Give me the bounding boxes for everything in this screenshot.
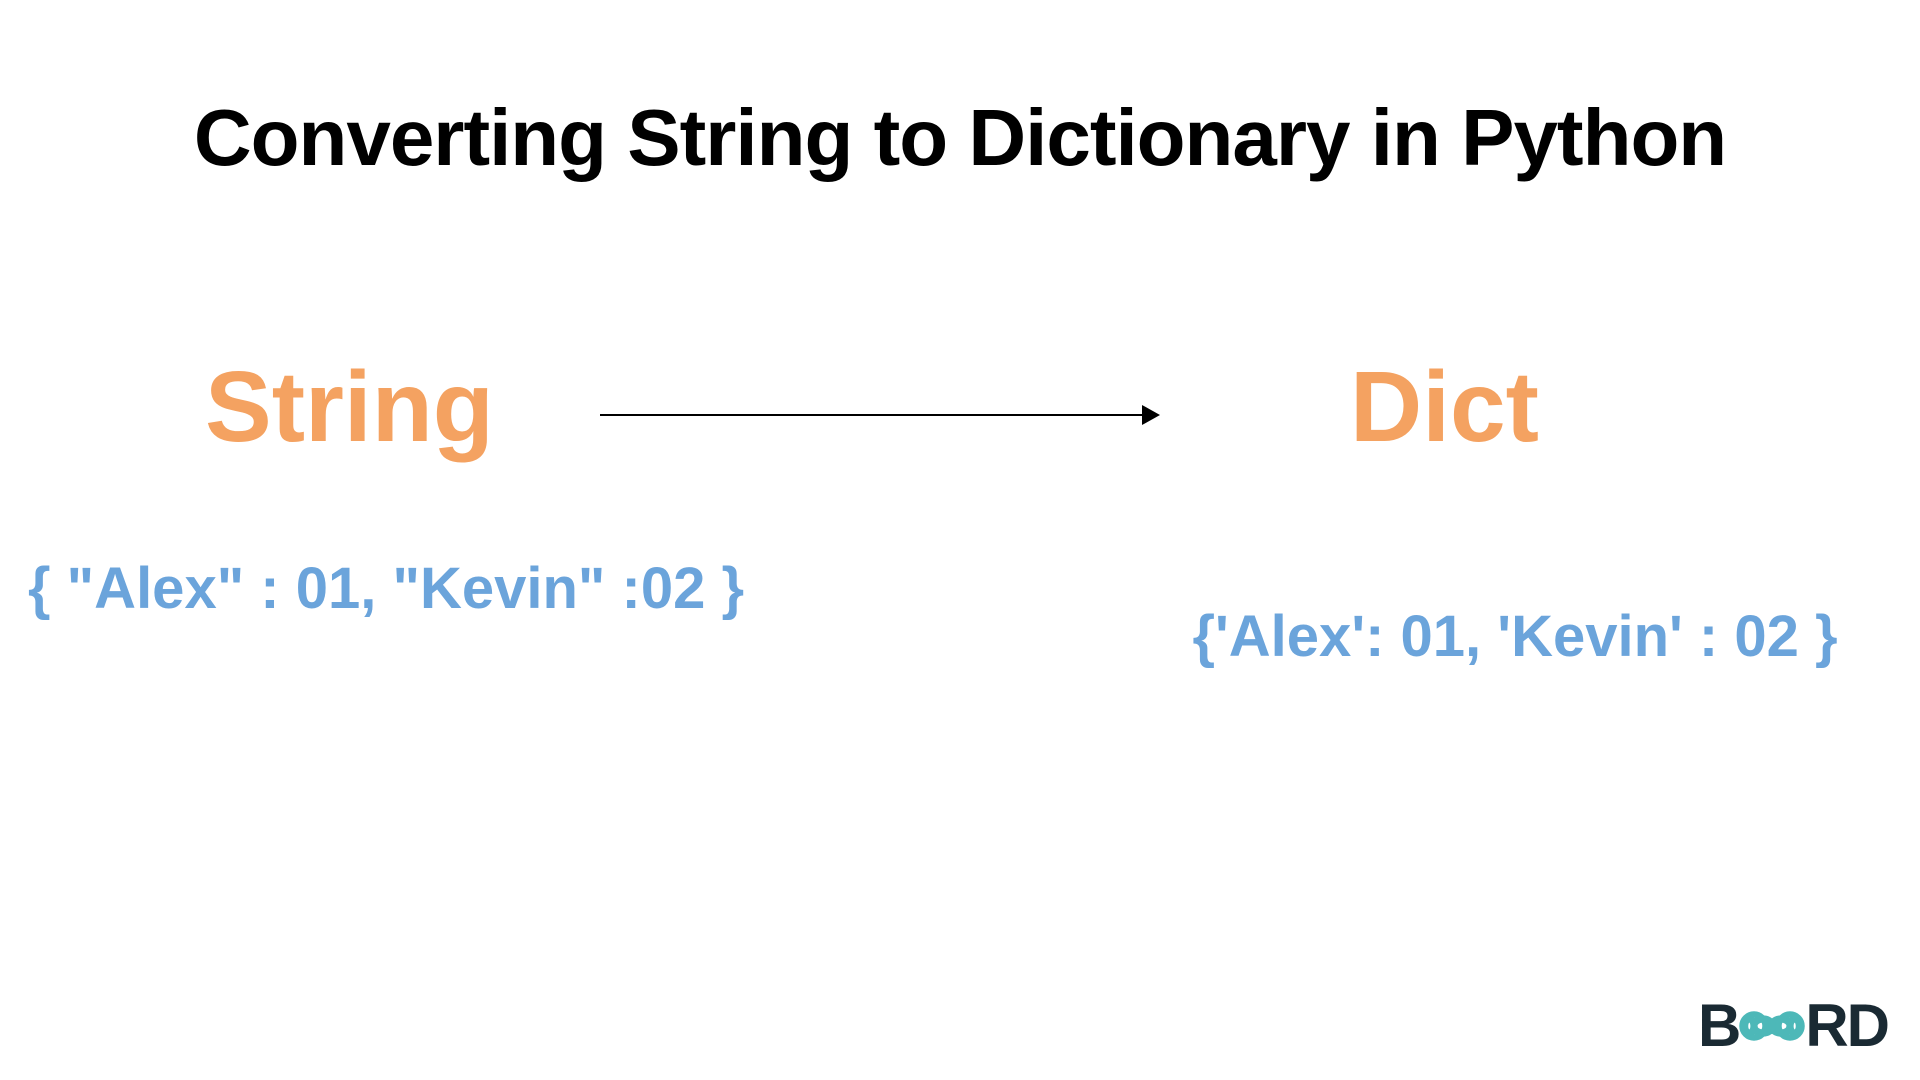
string-example-text: { "Alex" : 01, "Kevin" :02 } xyxy=(28,555,744,622)
logo-letter-b: B xyxy=(1698,991,1739,1060)
page-title: Converting String to Dictionary in Pytho… xyxy=(0,92,1920,184)
dict-label: Dict xyxy=(1350,350,1539,465)
arrow-head-icon xyxy=(1142,405,1160,425)
arrow-line xyxy=(600,414,1145,416)
dict-example-text: {'Alex': 01, 'Kevin' : 02 } xyxy=(1130,595,1900,679)
logo-letters-rd: RD xyxy=(1805,991,1888,1060)
brand-logo: B RD xyxy=(1698,991,1888,1060)
string-label: String xyxy=(205,350,494,465)
infinity-icon xyxy=(1736,1006,1808,1046)
arrow xyxy=(600,405,1160,425)
